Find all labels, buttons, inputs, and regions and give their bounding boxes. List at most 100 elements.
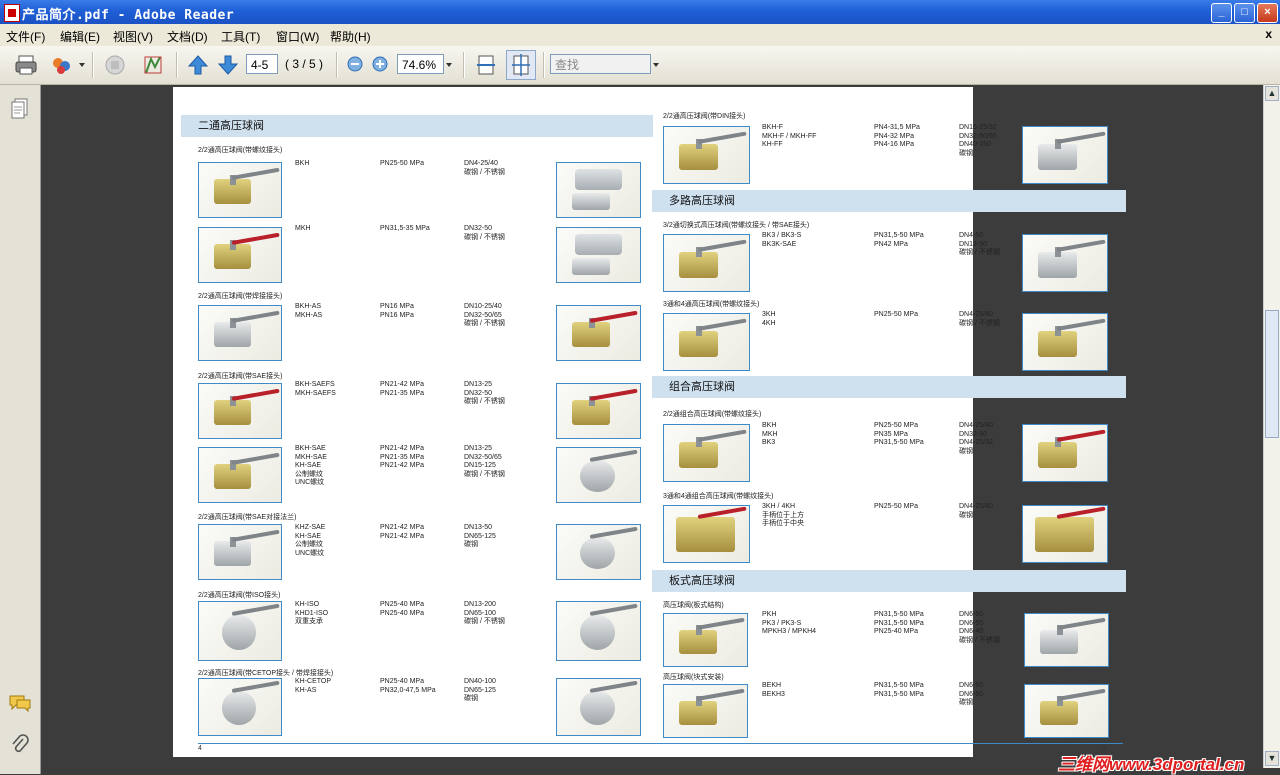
collaborate-dropdown-icon[interactable] — [79, 63, 85, 67]
hand-tool-icon[interactable] — [103, 53, 127, 77]
select-tool-icon[interactable] — [141, 53, 165, 77]
size-list: DN15-25/32 DN32-50/65 DN40-150 碳钢 — [959, 124, 997, 157]
size-list: DN4-50 DN13-50 碳钢 / 不锈钢 — [959, 232, 1000, 256]
size-list: DN13-25 DN32-50/65 DN15-125 碳钢 / 不锈钢 — [464, 445, 505, 478]
scroll-thumb[interactable] — [1265, 310, 1279, 438]
pressure-list: PN21-42 MPa PN21-35 MPa — [380, 381, 424, 397]
size-list: DN13-50 DN65-125 碳钢 — [464, 524, 496, 548]
menu-bar: 文件(F) 编辑(E) 视图(V) 文档(D) 工具(T) 窗口(W) 帮助(H… — [0, 24, 1280, 47]
size-list: DN6-50 DN6-50 DN6-40 碳钢 / 不锈钢 — [959, 611, 1000, 644]
pressure-list: PN16 MPa PN16 MPa — [380, 303, 414, 319]
minimize-button[interactable]: _ — [1211, 3, 1232, 23]
adobe-reader-icon — [4, 4, 20, 22]
maximize-button[interactable]: □ — [1234, 3, 1255, 23]
comments-icon[interactable] — [8, 694, 32, 714]
valve-photo — [1022, 424, 1108, 482]
group-subtitle: 3/2通切换式高压球阀(带螺纹接头 / 带SAE接头) — [663, 222, 810, 229]
group-subtitle: 2/2通高压球阀(带CETOP接头 / 带焊接接头) — [198, 670, 334, 677]
zoom-dropdown-icon[interactable] — [446, 63, 452, 67]
section-title: 板式高压球阀 — [652, 570, 1126, 592]
menu-help[interactable]: 帮助(H) — [330, 28, 371, 45]
valve-photo — [556, 524, 641, 580]
fit-page-icon[interactable] — [506, 50, 536, 80]
close-button[interactable]: × — [1257, 3, 1278, 23]
next-page-icon[interactable] — [216, 53, 240, 77]
find-dropdown-icon[interactable] — [653, 63, 659, 67]
menu-edit[interactable]: 编辑(E) — [60, 28, 100, 45]
size-list: DN13-25 DN32-50 碳钢 / 不锈钢 — [464, 381, 505, 405]
model-list: BEKH BEKH3 — [762, 682, 785, 698]
valve-photo — [556, 162, 641, 218]
scroll-up-icon[interactable]: ▲ — [1265, 86, 1279, 101]
model-list: KH-ISO KHD1-ISO 双重支承 — [295, 601, 329, 625]
zoom-out-icon[interactable] — [346, 55, 364, 73]
document-area[interactable]: 二通高压球阀 2/2通高压球阀(带螺纹接头) BKH PN25-50 MPa DN4-2… — [41, 85, 1263, 768]
group-subtitle: 2/2通高压球阀(带SAE对接法兰) — [198, 514, 297, 521]
size-list: DN32-50 碳钢 / 不锈钢 — [464, 225, 505, 241]
model-list: BKH-SAEFS MKH-SAEFS — [295, 381, 336, 397]
valve-photo — [556, 601, 641, 661]
section-title-two-way: 二通高压球阀 — [181, 115, 653, 137]
size-list: DN4-25/40 碳钢 / 不锈钢 — [959, 311, 1000, 327]
model-list: KH-CETOP KH-AS — [295, 678, 332, 694]
footer-rule-left — [198, 743, 653, 744]
group-subtitle: 2/2通组合高压球阀(带螺纹接头) — [663, 411, 762, 418]
pressure-list: PN31,5-50 MPa PN31,5-50 MPa — [874, 682, 924, 698]
valve-photo — [556, 305, 641, 361]
size-list: DN40-100 DN65-125 碳钢 — [464, 678, 496, 702]
valve-photo — [663, 234, 750, 292]
menu-file[interactable]: 文件(F) — [6, 28, 45, 45]
valve-photo — [198, 601, 282, 661]
group-subtitle: 高压球阀(块式安装) — [663, 674, 724, 681]
print-icon[interactable] — [14, 53, 38, 77]
footer-rule-right — [653, 743, 1123, 744]
navigation-panel — [0, 85, 41, 774]
pressure-list: PN31,5-35 MPa — [380, 225, 430, 232]
model-list: 3KH 4KH — [762, 311, 776, 327]
valve-photo — [198, 305, 282, 361]
pages-panel-icon[interactable] — [10, 98, 30, 120]
size-list: DN4-25/40 DN32-50 DN4-25/32 碳钢 — [959, 422, 993, 455]
pressure-list: PN25-50 MPa — [380, 160, 424, 167]
valve-photo — [663, 313, 750, 371]
menu-window[interactable]: 窗口(W) — [276, 28, 319, 45]
valve-photo — [1022, 126, 1108, 184]
valve-photo — [198, 227, 282, 283]
scroll-down-icon[interactable]: ▼ — [1265, 751, 1279, 766]
valve-photo — [556, 383, 641, 439]
pressure-list: PN31,5-50 MPa PN42 MPa — [874, 232, 924, 248]
page-number-input[interactable]: 4-5 — [246, 54, 278, 74]
model-list: BKH MKH BK3 — [762, 422, 778, 446]
size-list: DN6-50 DN6-50 碳钢 — [959, 682, 984, 706]
zoom-in-icon[interactable] — [371, 55, 389, 73]
menu-document[interactable]: 文档(D) — [167, 28, 208, 45]
page-count-label: ( 3 / 5 ) — [285, 57, 324, 71]
menu-close-icon[interactable]: x — [1265, 27, 1272, 41]
group-subtitle: 高压球阀(板式结构) — [663, 602, 724, 609]
pressure-list: PN31,5-50 MPa PN31,5-50 MPa PN25-40 MPa — [874, 611, 924, 635]
previous-page-icon[interactable] — [186, 53, 210, 77]
model-list: 3KH / 4KH 手柄位于上方 手柄位于中央 — [762, 503, 804, 527]
valve-photo — [663, 613, 748, 667]
model-list: BK3 / BK3-S BK3K-SAE — [762, 232, 802, 248]
valve-photo — [663, 684, 748, 738]
fit-width-icon[interactable] — [474, 53, 498, 77]
pdf-page-spread: 二通高压球阀 2/2通高压球阀(带螺纹接头) BKH PN25-50 MPa DN4-2… — [173, 87, 1126, 757]
valve-photo — [1024, 684, 1109, 738]
menu-view[interactable]: 视图(V) — [113, 28, 153, 45]
model-list: BKH-AS MKH-AS — [295, 303, 323, 319]
page-number-left: 4 — [198, 745, 202, 752]
zoom-input[interactable]: 74.6% — [397, 54, 444, 74]
vertical-scrollbar[interactable]: ▲ ▼ — [1263, 85, 1280, 768]
collaborate-icon[interactable] — [50, 53, 74, 77]
title-bar: 产品简介.pdf - Adobe Reader _ □ × — [0, 0, 1280, 24]
model-list: BKH — [295, 160, 310, 167]
attachments-icon[interactable] — [10, 734, 30, 756]
section-title: 多路高压球阀 — [652, 190, 1126, 212]
group-subtitle: 2/2通高压球阀(带ISO接头) — [198, 592, 281, 599]
pressure-list: PN4-31,5 MPa PN4-32 MPa PN4-16 MPa — [874, 124, 920, 148]
valve-photo — [663, 424, 750, 482]
pressure-list: PN21-42 MPa PN21-42 MPa — [380, 524, 424, 540]
find-input[interactable]: 查找 — [550, 54, 651, 74]
menu-tools[interactable]: 工具(T) — [221, 28, 260, 45]
